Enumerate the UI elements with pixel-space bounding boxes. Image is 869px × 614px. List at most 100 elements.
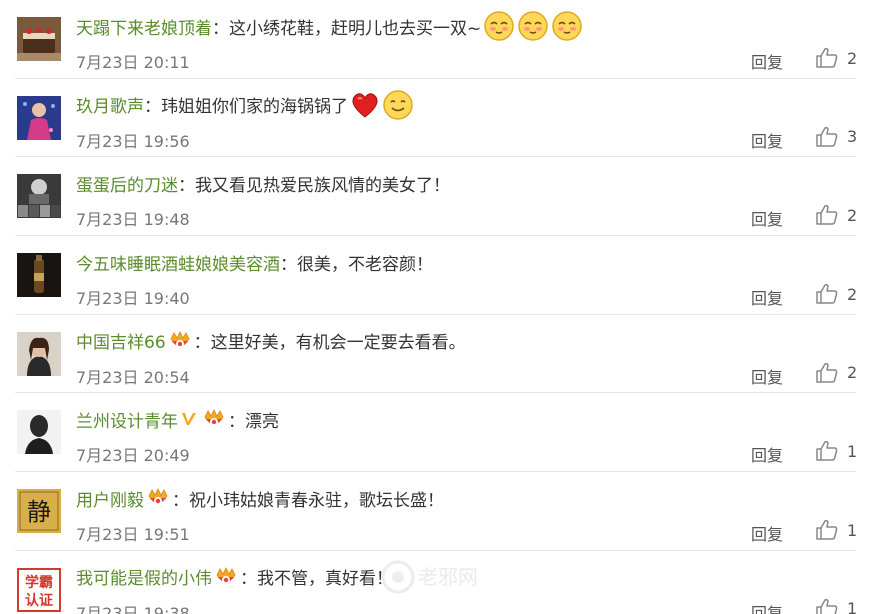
comment-text: 很美，不老容颜！ <box>297 254 433 275</box>
comment-item: 今五味睡眠酒蛙娘娘美容酒：很美，不老容颜！ 7月23日 19:40 回复 2 <box>15 236 857 315</box>
comment-item: 静用户刚毅 ：祝小玮姑娘青春永驻，歌坛长盛！ 7月23日 19:51 回复 1 <box>15 472 857 551</box>
reply-button[interactable]: 回复 <box>751 364 783 388</box>
comment-line: 蛋蛋后的刀迷：我又看见热爱民族风情的美女了！ <box>76 170 450 196</box>
svg-text:学霸: 学霸 <box>25 574 53 591</box>
comment-line: 用户刚毅 ：祝小玮姑娘青春永驻，歌坛长盛！ <box>76 485 444 511</box>
comment-item: 蛋蛋后的刀迷：我又看见热爱民族风情的美女了！ 7月23日 19:48 回复 2 <box>15 157 857 237</box>
colon-separator: ： <box>280 254 297 275</box>
red-heart-icon <box>350 91 380 119</box>
shy-face-icon <box>517 10 549 42</box>
smile-face-icon <box>382 89 414 121</box>
colon-separator: ： <box>144 97 161 118</box>
thumbs-up-icon[interactable] <box>815 518 839 542</box>
like-count: 2 <box>847 48 858 68</box>
crown-level-icon[interactable] <box>168 330 192 352</box>
comment-line: 玖月歌声：玮姐姐你们家的海锅锅了 <box>76 89 414 121</box>
colon-separator: ： <box>193 333 211 354</box>
crown-level-icon[interactable] <box>214 566 238 588</box>
shy-face-icon <box>551 10 583 42</box>
like-count: 2 <box>847 205 858 225</box>
thumbs-up-icon[interactable] <box>815 46 839 70</box>
username-link[interactable]: 天蹋下来老娘顶着 <box>76 14 212 39</box>
svg-text:认证: 认证 <box>25 592 53 609</box>
like-button[interactable]: 2 <box>815 360 857 386</box>
reply-button[interactable]: 回复 <box>751 49 783 73</box>
comment-item: 兰州设计青年 ：漂亮 7月23日 20:49 回复 1 <box>15 393 857 473</box>
like-count: 3 <box>847 127 858 147</box>
comment-item: 天蹋下来老娘顶着：这小绣花鞋，赶明儿也去买一双~ 7月23日 20:11 回复 2 <box>15 0 857 79</box>
crown-level-icon[interactable] <box>202 408 226 430</box>
reply-button[interactable]: 回复 <box>751 442 783 466</box>
colon-separator: ： <box>228 411 245 432</box>
reply-button[interactable]: 回复 <box>751 600 783 614</box>
user-avatar[interactable]: 学霸 认证 <box>17 567 61 612</box>
user-avatar[interactable] <box>17 174 61 219</box>
thumbs-up-icon[interactable] <box>815 282 839 306</box>
username-link[interactable]: 我可能是假的小伟 <box>76 564 212 589</box>
comment-line: 我可能是假的小伟 ：我不管，真好看！ <box>76 564 393 590</box>
like-button[interactable]: 2 <box>815 281 857 307</box>
shy-face-icon <box>483 10 515 42</box>
thumbs-up-icon[interactable] <box>815 125 839 149</box>
comment-time: 7月23日 20:49 <box>76 446 190 466</box>
comment-text: 玮姐姐你们家的海锅锅了 <box>161 97 348 118</box>
user-avatar[interactable]: 静 <box>17 489 61 534</box>
comment-list: 天蹋下来老娘顶着：这小绣花鞋，赶明儿也去买一双~ 7月23日 20:11 回复 2 玖月… <box>0 0 869 614</box>
comment-item: 玖月歌声：玮姐姐你们家的海锅锅了 7月23日 19:56 回复 3 <box>15 79 857 158</box>
comment-text: 祝小玮姑娘青春永驻，歌坛长盛！ <box>189 490 444 511</box>
colon-separator: ： <box>240 569 257 590</box>
comment-line: 中国吉祥66 ：这里好美，有机会一定要去看看。 <box>76 328 466 354</box>
colon-separator: ： <box>172 490 189 511</box>
colon-separator: ： <box>178 175 195 196</box>
like-count: 2 <box>847 284 858 304</box>
comment-time: 7月23日 20:11 <box>76 53 190 72</box>
username-link[interactable]: 玖月歌声 <box>76 92 144 117</box>
svg-text:静: 静 <box>27 498 51 526</box>
user-avatar[interactable] <box>17 253 61 298</box>
colon-separator: ： <box>212 18 229 39</box>
thumbs-up-icon[interactable] <box>815 439 839 463</box>
reply-button[interactable]: 回复 <box>751 128 783 152</box>
user-avatar[interactable] <box>17 17 61 61</box>
comment-text: 我又看见热爱民族风情的美女了！ <box>195 175 450 196</box>
thumbs-up-icon[interactable] <box>815 361 839 385</box>
comment-time: 7月23日 19:40 <box>76 289 190 309</box>
comment-text: 漂亮 <box>245 411 279 432</box>
comment-item: 中国吉祥66 ：这里好美，有机会一定要去看看。 7月23日 20:54 回复 2 <box>15 315 857 394</box>
username-link[interactable]: 兰州设计青年 <box>76 407 178 432</box>
like-button[interactable]: 1 <box>815 517 857 543</box>
like-button[interactable]: 2 <box>815 45 857 71</box>
like-button[interactable]: 3 <box>815 124 857 150</box>
thumbs-up-icon[interactable] <box>815 203 839 227</box>
user-avatar[interactable] <box>17 410 61 455</box>
crown-level-icon[interactable] <box>146 487 170 509</box>
comment-time: 7月23日 19:48 <box>76 210 190 230</box>
user-avatar[interactable] <box>17 331 61 376</box>
verified-v-icon[interactable] <box>180 410 198 428</box>
like-count: 1 <box>847 599 858 614</box>
like-button[interactable]: 2 <box>815 202 857 228</box>
comment-text: 这里好美，有机会一定要去看看。 <box>210 333 466 354</box>
comment-text: 这小绣花鞋，赶明儿也去买一双~ <box>229 18 482 39</box>
user-avatar[interactable] <box>17 95 61 140</box>
username-link[interactable]: 用户刚毅 <box>76 486 144 511</box>
like-count: 1 <box>847 520 858 540</box>
reply-button[interactable]: 回复 <box>751 206 783 230</box>
comment-time: 7月23日 19:38 <box>76 603 190 614</box>
like-button[interactable]: 1 <box>815 596 857 614</box>
comment-time: 7月23日 20:54 <box>76 367 190 387</box>
username-link[interactable]: 蛋蛋后的刀迷 <box>76 171 178 196</box>
comment-time: 7月23日 19:51 <box>76 525 190 545</box>
thumbs-up-icon[interactable] <box>815 597 839 614</box>
comment-text: 我不管，真好看！ <box>257 569 393 590</box>
comment-item: 学霸 认证 我可能是假的小伟：我不管，真好看！ 7月23日 19:38 回复 1 <box>15 551 857 614</box>
reply-button[interactable]: 回复 <box>751 285 783 309</box>
like-count: 2 <box>847 363 858 383</box>
like-button[interactable]: 1 <box>815 438 857 464</box>
username-link[interactable]: 中国吉祥66 <box>76 328 166 353</box>
reply-button[interactable]: 回复 <box>751 521 783 545</box>
comment-line: 天蹋下来老娘顶着：这小绣花鞋，赶明儿也去买一双~ <box>76 10 583 42</box>
comment-line: 今五味睡眠酒蛙娘娘美容酒：很美，不老容颜！ <box>76 249 433 275</box>
like-count: 1 <box>847 441 858 461</box>
username-link[interactable]: 今五味睡眠酒蛙娘娘美容酒 <box>76 250 280 275</box>
